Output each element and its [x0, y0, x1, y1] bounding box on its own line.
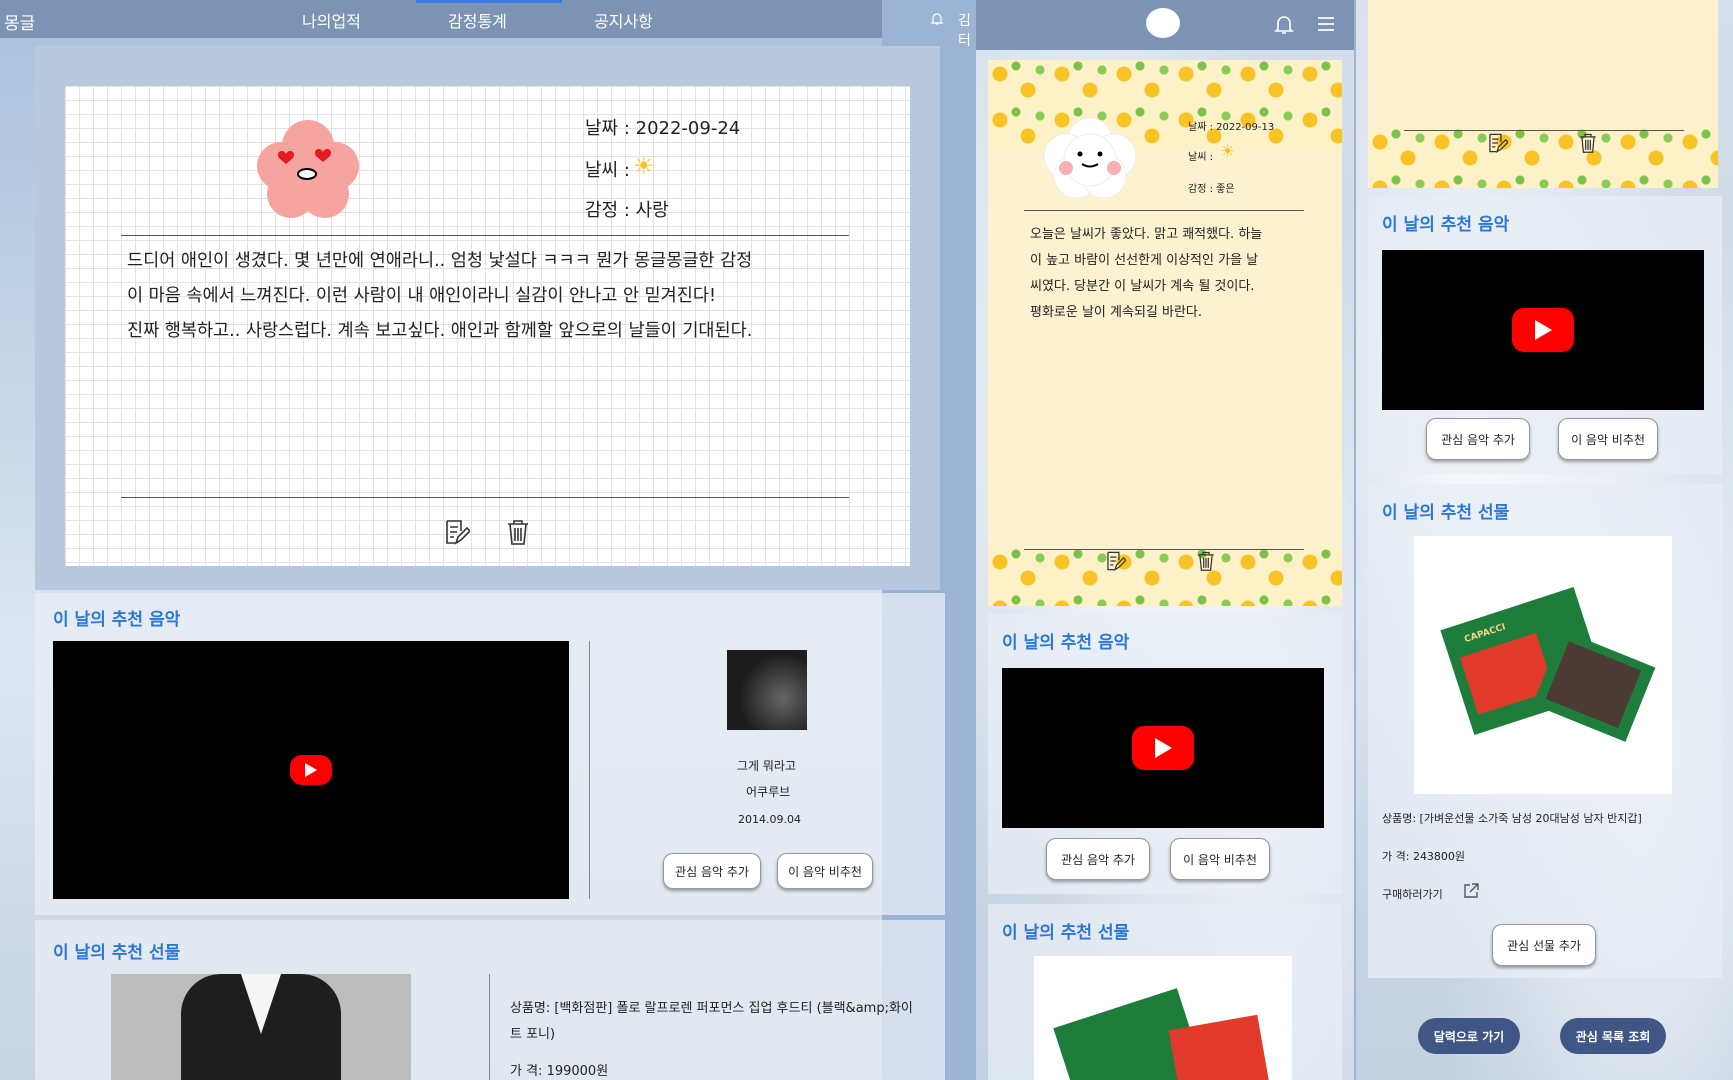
buy-link[interactable]: 구매하러가기: [1382, 886, 1443, 902]
gift-image: [1034, 956, 1292, 1080]
diary-date: 날짜 : 2022-09-24: [585, 118, 741, 139]
youtube-player[interactable]: [1002, 668, 1324, 828]
youtube-play-icon[interactable]: [290, 755, 332, 785]
mid-gift-section: 이 날의 추천 선물: [988, 904, 1342, 1080]
right-gift-title: 이 날의 추천 선물: [1382, 503, 1510, 523]
diary-line: 씨였다. 당분간 이 날씨가 계속 될 것이다.: [1030, 279, 1255, 294]
nav-achievements[interactable]: 나의업적: [302, 8, 361, 32]
cloud-logo-icon[interactable]: [1146, 8, 1180, 38]
youtube-play-icon[interactable]: [1132, 726, 1194, 770]
nav-active-indicator: [416, 0, 562, 3]
gift-section-title: 이 날의 추천 선물: [53, 943, 181, 963]
diary-weather: 날씨 :: [585, 160, 630, 181]
add-music-button[interactable]: 관심 음악 추가: [663, 853, 761, 889]
mid-music-section: 이 날의 추천 음악 관심 음악 추가 이 음악 비추천: [988, 614, 1342, 894]
diary-line: 이 높고 바람이 선선한게 이상적인 가을 날: [1030, 253, 1259, 268]
diary-line: 오늘은 날씨가 좋았다. 맑고 쾌적했다. 하늘: [1030, 227, 1263, 242]
diary-emotion: 감정 : 사랑: [585, 200, 669, 221]
right-music-title: 이 날의 추천 음악: [1382, 215, 1510, 235]
dislike-music-button[interactable]: 이 음악 비추천: [777, 853, 873, 889]
mid-diary-text: 오늘은 날씨가 좋았다. 맑고 쾌적했다. 하늘 이 높고 바람이 선선한게 이…: [1030, 222, 1320, 326]
sun-icon: ☀: [1220, 142, 1236, 162]
nav-emotion-stats[interactable]: 감정통계: [448, 8, 507, 32]
album-cover: [727, 650, 807, 730]
youtube-player[interactable]: [53, 641, 569, 899]
nav-notices[interactable]: 공지사항: [594, 8, 653, 32]
mid-gift-title: 이 날의 추천 선물: [1002, 923, 1130, 943]
youtube-player[interactable]: [1382, 250, 1704, 410]
mid-music-title: 이 날의 추천 음악: [1002, 633, 1130, 653]
diary-line: 이 마음 속에서 느껴진다. 이런 사람이 내 애인이라니 실감이 안나고 안 …: [127, 286, 716, 306]
edit-icon[interactable]: [442, 518, 470, 546]
top-navbar: 몽글 나의업적 감정통계 공지사항 김터: [0, 0, 971, 49]
box-brand-label: CAPACCI: [1463, 622, 1508, 646]
music-section-title: 이 날의 추천 음악: [53, 610, 181, 630]
mid-diary-paper: 날짜 : 2022-09-13 날씨 : ☀ 감정 : 좋은 오늘은 날씨가 좋…: [988, 60, 1342, 606]
music-divider: [589, 641, 590, 899]
add-music-button[interactable]: 관심 음악 추가: [1046, 838, 1150, 880]
mid-diary-weather: 날씨 :: [1188, 152, 1213, 163]
song-artist: 어쿠루브: [746, 785, 791, 799]
diary-divider-top: [121, 235, 849, 236]
love-emoji-icon: [253, 116, 363, 222]
edit-icon[interactable]: [1486, 132, 1508, 154]
diary-line: 진짜 행복하고.. 사랑스럽다. 계속 보고싶다. 애인과 함께할 앞으로의 날…: [127, 321, 753, 341]
mid-diary-date: 날짜 : 2022-09-13: [1188, 122, 1275, 133]
add-music-button[interactable]: 관심 음악 추가: [1426, 418, 1530, 460]
right-screen: 이 날의 추천 음악 관심 음악 추가 이 음악 비추천 이 날의 추천 선물 …: [1356, 0, 1733, 1080]
sun-icon: ☀: [633, 152, 655, 180]
trash-icon[interactable]: [505, 518, 531, 546]
dislike-music-button[interactable]: 이 음악 비추천: [1170, 838, 1270, 880]
gift-image: [111, 974, 411, 1080]
dislike-music-button[interactable]: 이 음악 비추천: [1558, 418, 1658, 460]
wishlist-button[interactable]: 관심 목록 조회: [1560, 1018, 1666, 1054]
song-release-date: 2014.09.04: [738, 813, 801, 826]
flower-border-bottom: [1368, 128, 1718, 188]
smile-emoji-icon: [1040, 112, 1140, 200]
music-section: 이 날의 추천 음악 그게 뭐라고 어쿠루브 2014.09.04 관심 음악 …: [35, 593, 945, 915]
mid-navbar: [976, 0, 1354, 50]
gift-image: CAPACCI: [1414, 536, 1672, 794]
diary-divider-bottom: [121, 497, 849, 498]
gift-section: 이 날의 추천 선물 상품명: [백화점판] 폴로 랄프로렌 퍼포먼스 집업 후…: [35, 920, 945, 1080]
right-diary-divider: [1404, 130, 1684, 131]
diary-text: 드디어 애인이 생겼다. 몇 년만에 연애라니.. 엄청 낯설다 ㅋㅋㅋ 뭔가 …: [127, 244, 857, 349]
user-name[interactable]: 김터: [958, 10, 971, 50]
gift-divider: [489, 974, 490, 1080]
menu-icon[interactable]: [1317, 16, 1335, 32]
wallet-inner: [1545, 641, 1642, 729]
add-gift-button[interactable]: 관심 선물 추가: [1492, 924, 1596, 966]
go-calendar-button[interactable]: 달력으로 가기: [1418, 1018, 1520, 1054]
edit-icon[interactable]: [1104, 550, 1126, 572]
bell-icon[interactable]: [930, 12, 944, 26]
flower-border-bottom: [988, 548, 1342, 606]
diary-frame: 날짜 : 2022-09-24 날씨 : ☀ 감정 : 사랑 드디어 애인이 생…: [35, 46, 940, 590]
gift-name: 상품명: [백화점판] 폴로 랄프로렌 퍼포먼스 집업 후드티 (블랙&amp;…: [510, 1001, 913, 1042]
gift-price: 가 격: 243800원: [1382, 850, 1466, 863]
external-link-icon[interactable]: [1462, 882, 1480, 900]
left-screen: 몽글 나의업적 감정통계 공지사항 김터 날짜 : 2022-09-24 날씨 …: [0, 0, 971, 1080]
right-music-section: 이 날의 추천 음악 관심 음악 추가 이 음악 비추천: [1368, 196, 1722, 474]
song-title: 그게 뭐라고: [737, 759, 797, 773]
diary-line: 드디어 애인이 생겼다. 몇 년만에 연애라니.. 엄청 낯설다 ㅋㅋㅋ 뭔가 …: [127, 251, 753, 271]
mid-diary-divider-bottom: [1024, 549, 1304, 550]
trash-icon[interactable]: [1196, 550, 1216, 572]
mid-diary-divider-top: [1024, 210, 1304, 211]
right-diary-paper-tail: [1368, 0, 1718, 188]
diary-paper: 날짜 : 2022-09-24 날씨 : ☀ 감정 : 사랑 드디어 애인이 생…: [65, 86, 910, 566]
logo-text[interactable]: 몽글: [4, 9, 35, 34]
gift-price: 가 격: 199000원: [510, 1064, 609, 1079]
trash-icon[interactable]: [1578, 132, 1598, 154]
right-gift-section: 이 날의 추천 선물 CAPACCI 상품명: [가벼운선물 소가죽 남성 20…: [1368, 484, 1722, 978]
youtube-play-icon[interactable]: [1512, 308, 1574, 352]
gift-name: 상품명: [가벼운선물 소가죽 남성 20대남성 남자 반지갑]: [1382, 812, 1642, 825]
diary-line: 평화로운 날이 계속되길 바란다.: [1030, 305, 1203, 320]
mid-screen: 날짜 : 2022-09-13 날씨 : ☀ 감정 : 좋은 오늘은 날씨가 좋…: [976, 0, 1354, 1080]
bell-icon[interactable]: [1274, 14, 1294, 36]
mid-diary-emotion: 감정 : 좋은: [1188, 184, 1235, 195]
